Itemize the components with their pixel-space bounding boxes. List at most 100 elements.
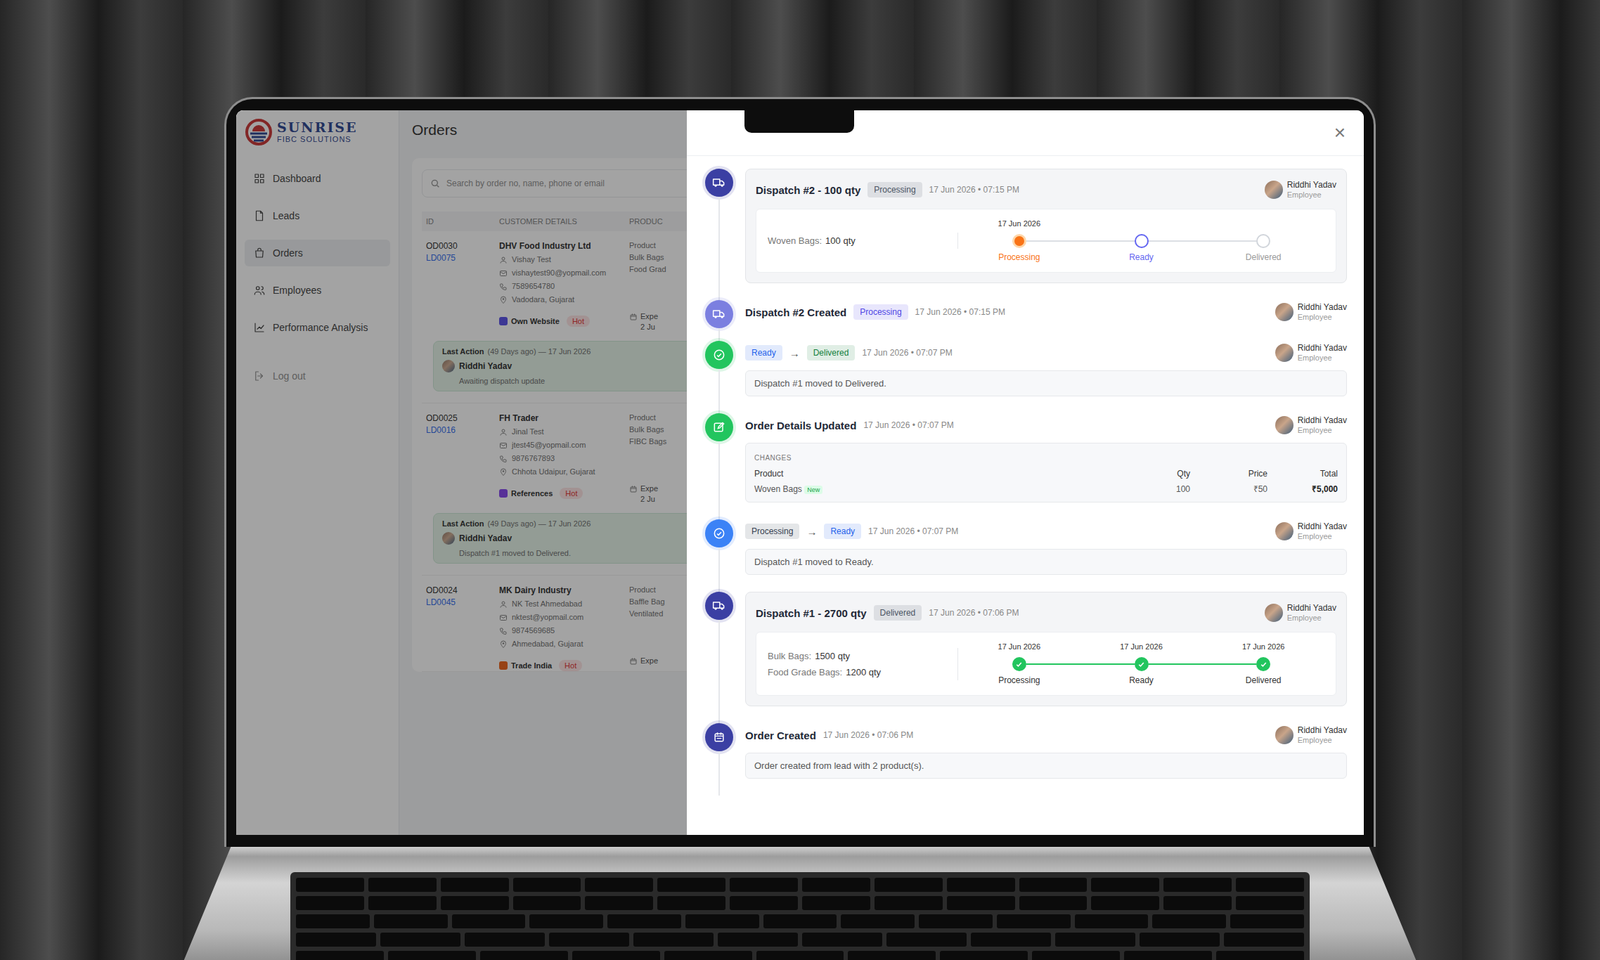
- key[interactable]: [572, 951, 661, 960]
- key[interactable]: [480, 951, 569, 960]
- user-text: Riddhi Yadav Employee: [1287, 180, 1337, 199]
- key[interactable]: [368, 878, 437, 893]
- key[interactable]: [729, 896, 798, 911]
- key[interactable]: [1055, 932, 1136, 947]
- calendar-icon: [712, 730, 727, 745]
- key[interactable]: [1074, 914, 1149, 929]
- user-name: Riddhi Yadav: [1297, 416, 1347, 427]
- key[interactable]: [1223, 932, 1305, 947]
- key[interactable]: [664, 951, 753, 960]
- timeline-rail: [705, 519, 734, 592]
- key[interactable]: [295, 914, 370, 929]
- key[interactable]: [388, 951, 476, 960]
- entry-content: Dispatch #2 Created Processing 17 Jun 20…: [745, 300, 1347, 341]
- key[interactable]: [802, 896, 871, 911]
- key[interactable]: [1091, 878, 1160, 893]
- step-label: Processing: [998, 675, 1040, 686]
- user-role: Employee: [1287, 190, 1337, 200]
- key[interactable]: [513, 896, 582, 911]
- entry-note: Order created from lead with 2 product(s…: [745, 752, 1347, 779]
- key[interactable]: [802, 878, 871, 893]
- key[interactable]: [529, 914, 604, 929]
- key[interactable]: [1019, 896, 1088, 911]
- user-name: Riddhi Yadav: [1287, 603, 1337, 614]
- user-text: Riddhi Yadav Employee: [1297, 302, 1347, 322]
- user-role: Employee: [1297, 312, 1347, 322]
- key[interactable]: [584, 878, 654, 893]
- key[interactable]: [1019, 878, 1088, 893]
- key-row: [295, 914, 1305, 929]
- key[interactable]: [802, 932, 883, 947]
- entry-content: Ready → Delivered 17 Jun 2026 • 07:07 PM…: [745, 340, 1347, 414]
- key[interactable]: [840, 914, 915, 929]
- key[interactable]: [452, 914, 526, 929]
- step-label: Ready: [1128, 252, 1154, 263]
- key[interactable]: [946, 878, 1016, 893]
- key[interactable]: [939, 951, 1028, 960]
- key[interactable]: [685, 914, 760, 929]
- timeline-entry: Order Details Updated 17 Jun 2026 • 07:0…: [705, 413, 1347, 520]
- key[interactable]: [874, 896, 943, 911]
- key[interactable]: [584, 896, 654, 911]
- key[interactable]: [657, 878, 726, 893]
- key[interactable]: [607, 914, 682, 929]
- key[interactable]: [440, 896, 509, 911]
- arrow: →: [806, 525, 817, 538]
- key[interactable]: [1235, 878, 1305, 893]
- key[interactable]: [295, 878, 365, 893]
- dispatch-items: Bulk Bags: 1500 qtyFood Grade Bags: 1200…: [767, 648, 959, 681]
- step-marker: [1012, 234, 1027, 249]
- step-label: Processing: [998, 252, 1040, 263]
- step-label: Delivered: [1245, 252, 1282, 263]
- step-connector: [1270, 663, 1325, 666]
- key[interactable]: [729, 878, 798, 893]
- key[interactable]: [886, 932, 967, 947]
- key[interactable]: [368, 896, 437, 911]
- user-text: Riddhi Yadav Employee: [1297, 343, 1347, 363]
- user-name: Riddhi Yadav: [1297, 302, 1347, 313]
- key[interactable]: [633, 932, 714, 947]
- key[interactable]: [1163, 878, 1232, 893]
- changes-column: Qty: [1112, 468, 1191, 479]
- entry-time: 17 Jun 2026 • 07:06 PM: [823, 730, 914, 741]
- key[interactable]: [970, 932, 1051, 947]
- key[interactable]: [1124, 951, 1212, 960]
- close-button[interactable]: ×: [1334, 123, 1346, 143]
- key[interactable]: [1139, 932, 1220, 947]
- key[interactable]: [549, 932, 630, 947]
- key[interactable]: [763, 914, 838, 929]
- key[interactable]: [1091, 896, 1160, 911]
- key[interactable]: [946, 896, 1016, 911]
- avatar: [1275, 522, 1294, 541]
- modal-backdrop[interactable]: [236, 110, 687, 836]
- key[interactable]: [295, 951, 384, 960]
- key[interactable]: [918, 914, 993, 929]
- key[interactable]: [1216, 951, 1305, 960]
- key[interactable]: [295, 932, 377, 947]
- arrow: →: [789, 347, 800, 360]
- key[interactable]: [874, 878, 943, 893]
- key[interactable]: [657, 896, 726, 911]
- user-name: Riddhi Yadav: [1297, 726, 1347, 737]
- key[interactable]: [380, 932, 461, 947]
- key[interactable]: [440, 878, 509, 893]
- status-badge: Delivered: [873, 605, 923, 621]
- key[interactable]: [513, 878, 582, 893]
- entry-user: Riddhi Yadav Employee: [1275, 343, 1347, 363]
- key[interactable]: [1152, 914, 1227, 929]
- key[interactable]: [1031, 951, 1120, 960]
- key[interactable]: [464, 932, 545, 947]
- key[interactable]: [756, 951, 845, 960]
- changes-product: Woven Bags New: [754, 484, 1113, 495]
- key[interactable]: [1235, 896, 1305, 911]
- key[interactable]: [847, 951, 936, 960]
- key[interactable]: [1163, 896, 1232, 911]
- key[interactable]: [1230, 914, 1305, 929]
- key[interactable]: [295, 896, 365, 911]
- key[interactable]: [373, 914, 448, 929]
- key[interactable]: [717, 932, 798, 947]
- dispatch-progress: Bulk Bags: 1500 qtyFood Grade Bags: 1200…: [755, 631, 1337, 696]
- key[interactable]: [996, 914, 1071, 929]
- check-circle-icon: [712, 526, 727, 541]
- timeline-line: [718, 751, 720, 796]
